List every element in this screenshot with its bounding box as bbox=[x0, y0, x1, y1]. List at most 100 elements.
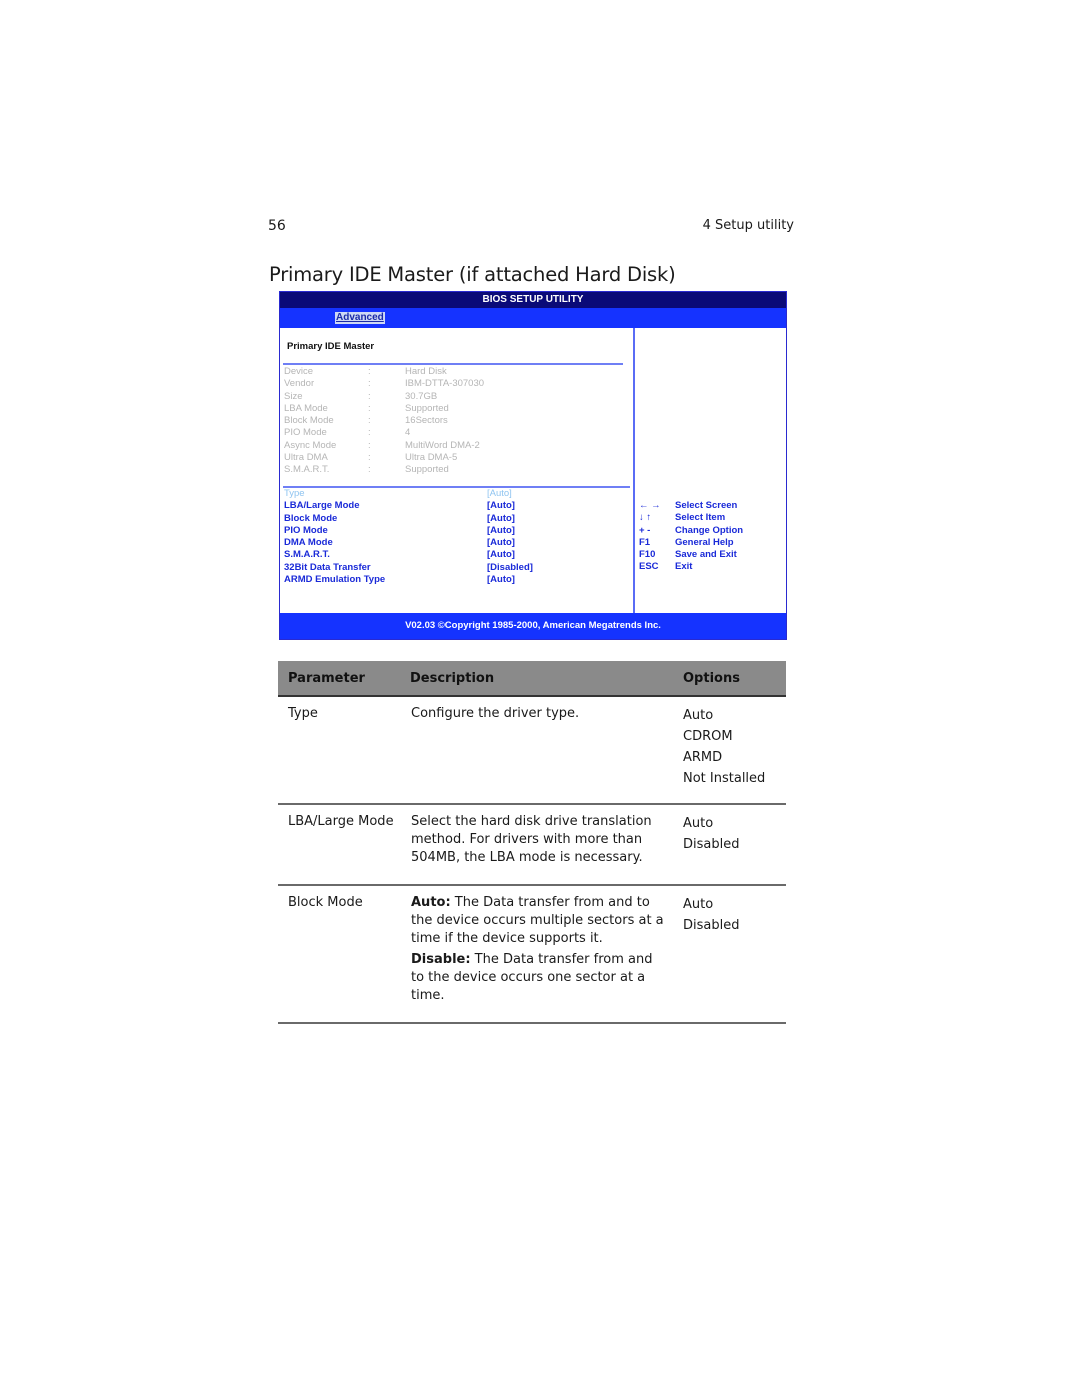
bios-divider bbox=[283, 363, 623, 365]
bios-option-type[interactable]: Type [Auto] bbox=[284, 488, 629, 500]
options-cell: Auto Disabled bbox=[673, 804, 786, 886]
bios-option-32bit-transfer[interactable]: 32Bit Data Transfer [Disabled] bbox=[284, 562, 629, 574]
bios-info-row: Device: Hard Disk bbox=[284, 366, 624, 378]
header-options: Options bbox=[673, 661, 786, 697]
option-label: Type bbox=[284, 488, 305, 499]
info-value: 16Sectors bbox=[405, 415, 448, 427]
description-term: Auto: bbox=[411, 895, 451, 910]
header-parameter: Parameter bbox=[278, 661, 400, 697]
bios-info-row: Vendor: IBM-DTTA-307030 bbox=[284, 378, 624, 390]
bios-option-smart[interactable]: S.M.A.R.T. [Auto] bbox=[284, 549, 629, 561]
bios-info-row: Block Mode: 16Sectors bbox=[284, 415, 624, 427]
info-label: Vendor bbox=[284, 378, 315, 390]
key-legend-row: ESC Exit bbox=[639, 561, 784, 573]
key-action: Save and Exit bbox=[675, 549, 737, 561]
option-item: CDROM bbox=[683, 729, 733, 744]
description-text: Select the hard disk drive translation m… bbox=[411, 814, 652, 865]
info-separator: : bbox=[368, 390, 371, 402]
option-value: [Auto] bbox=[487, 524, 515, 536]
info-value: Supported bbox=[405, 464, 449, 476]
bios-footer: V02.03 ©Copyright 1985-2000, American Me… bbox=[280, 613, 786, 639]
section-title: Primary IDE Master (if attached Hard Dis… bbox=[269, 263, 676, 286]
info-value: IBM-DTTA-307030 bbox=[405, 378, 485, 390]
bios-option-lba-large-mode[interactable]: LBA/Large Mode [Auto] bbox=[284, 500, 629, 512]
option-label: DMA Mode bbox=[284, 537, 333, 549]
bios-menu-bar: Advanced bbox=[280, 308, 786, 328]
key-legend-row: + - Change Option bbox=[639, 525, 784, 537]
bios-tab-advanced[interactable]: Advanced bbox=[335, 312, 385, 324]
info-label: PIO Mode bbox=[284, 427, 327, 439]
option-label: LBA/Large Mode bbox=[284, 500, 360, 512]
f1-key: F1 bbox=[639, 536, 651, 548]
key-action: Select Screen bbox=[675, 500, 738, 511]
bios-option-armd-emulation[interactable]: ARMD Emulation Type [Auto] bbox=[284, 574, 629, 586]
bios-key-legend: ← → Select Screen ↓ ↑ Select Item + - Chang… bbox=[639, 500, 784, 574]
bios-main-panel: Primary IDE Master Device: Hard Disk Vend… bbox=[280, 328, 635, 613]
info-separator: : bbox=[368, 415, 371, 427]
page-number: 56 bbox=[268, 218, 286, 234]
option-item: Auto bbox=[683, 897, 714, 912]
info-separator: : bbox=[368, 452, 371, 464]
esc-key: ESC bbox=[639, 561, 659, 573]
info-value: Hard Disk bbox=[405, 366, 447, 377]
option-item: ARMD bbox=[683, 750, 723, 765]
parameter-cell: LBA/Large Mode bbox=[278, 804, 400, 886]
info-label: Size bbox=[284, 390, 303, 402]
option-value: [Auto] bbox=[487, 512, 515, 524]
bios-info-row: Size: 30.7GB bbox=[284, 391, 624, 403]
bios-option-list: Type [Auto] LBA/Large Mode [Auto] Block Mo… bbox=[284, 488, 629, 586]
description-paragraph: Configure the driver type. bbox=[411, 705, 665, 723]
info-label: LBA Mode bbox=[284, 402, 328, 414]
bios-info-row: Ultra DMA: Ultra DMA-5 bbox=[284, 452, 624, 464]
info-separator: : bbox=[368, 378, 371, 390]
description-cell: Auto: The Data transfer from and to the … bbox=[400, 885, 673, 1024]
table-row: Type Configure the driver type. Auto CDR… bbox=[278, 696, 786, 805]
info-separator: : bbox=[368, 439, 371, 451]
options-cell: Auto Disabled bbox=[673, 885, 786, 1024]
bios-info-list: Device: Hard Disk Vendor: IBM-DTTA-307030 … bbox=[284, 366, 624, 477]
info-value: 4 bbox=[405, 427, 411, 439]
option-label: 32Bit Data Transfer bbox=[284, 561, 371, 573]
info-value: Ultra DMA-5 bbox=[405, 452, 458, 464]
info-separator: : bbox=[368, 427, 371, 439]
bios-help-panel: ← → Select Screen ↓ ↑ Select Item + - Chang… bbox=[635, 328, 786, 613]
info-value: MultiWord DMA-2 bbox=[405, 439, 480, 451]
plus-minus-key: + - bbox=[639, 524, 651, 536]
option-value: [Auto] bbox=[487, 549, 515, 561]
description-term: Disable: bbox=[411, 952, 471, 967]
bios-option-pio-mode[interactable]: PIO Mode [Auto] bbox=[284, 525, 629, 537]
table-header-row: Parameter Description Options bbox=[278, 661, 786, 697]
f10-key: F10 bbox=[639, 549, 656, 561]
options-cell: Auto CDROM ARMD Not Installed bbox=[673, 696, 786, 805]
info-value: Supported bbox=[405, 402, 449, 414]
option-label: PIO Mode bbox=[284, 524, 328, 536]
option-value: [Disabled] bbox=[487, 561, 533, 573]
option-item: Disabled bbox=[683, 918, 740, 933]
info-label: Ultra DMA bbox=[284, 452, 328, 464]
table-row: Block Mode Auto: The Data transfer from … bbox=[278, 885, 786, 1024]
info-separator: : bbox=[368, 366, 371, 377]
info-value: 30.7GB bbox=[405, 390, 438, 402]
info-label: Block Mode bbox=[284, 415, 334, 427]
bios-info-row: PIO Mode: 4 bbox=[284, 427, 624, 439]
header-description: Description bbox=[400, 661, 673, 697]
key-legend-row: ← → Select Screen bbox=[639, 500, 784, 512]
bios-screenshot: BIOS SETUP UTILITY Advanced Primary IDE … bbox=[279, 291, 787, 640]
bios-option-dma-mode[interactable]: DMA Mode [Auto] bbox=[284, 537, 629, 549]
bios-option-block-mode[interactable]: Block Mode [Auto] bbox=[284, 513, 629, 525]
bios-panel-title: Primary IDE Master bbox=[287, 341, 375, 352]
key-legend-row: ↓ ↑ Select Item bbox=[639, 512, 784, 524]
option-value: [Auto] bbox=[487, 574, 515, 586]
option-item: Auto bbox=[683, 708, 714, 723]
description-cell: Select the hard disk drive translation m… bbox=[400, 804, 673, 886]
info-separator: : bbox=[368, 402, 371, 414]
description-paragraph: Auto: The Data transfer from and to the … bbox=[411, 894, 665, 948]
option-value: [Auto] bbox=[487, 537, 515, 549]
info-label: Device bbox=[284, 366, 314, 377]
table-row: LBA/Large Mode Select the hard disk driv… bbox=[278, 804, 786, 886]
description-cell: Configure the driver type. bbox=[400, 696, 673, 805]
option-label: Block Mode bbox=[284, 512, 338, 524]
bios-info-row: LBA Mode: Supported bbox=[284, 403, 624, 415]
parameter-table: Parameter Description Options Type Confi… bbox=[278, 661, 786, 1024]
option-item: Not Installed bbox=[683, 771, 766, 786]
